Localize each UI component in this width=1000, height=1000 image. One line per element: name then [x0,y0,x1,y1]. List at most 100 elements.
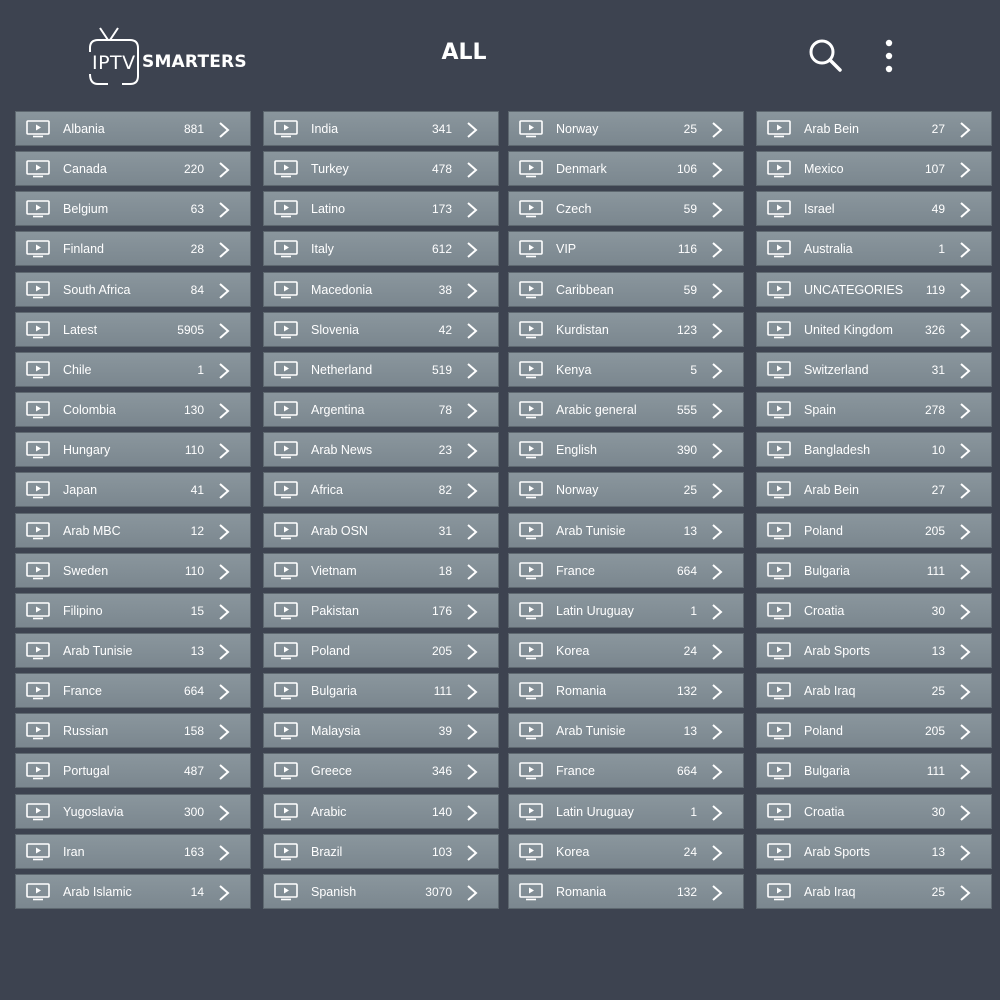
category-row[interactable]: Spain 278 [756,392,992,427]
category-row[interactable]: Japan 41 [15,472,251,507]
category-row[interactable]: Romania 132 [508,673,744,708]
category-row[interactable]: Arab Tunisie 13 [15,633,251,668]
category-row[interactable]: Arab Iraq 25 [756,673,992,708]
category-name: Malaysia [311,724,361,738]
tv-icon [767,120,791,138]
category-row[interactable]: Sweden 110 [15,553,251,588]
tv-icon [26,481,50,499]
channel-count: 18 [438,564,452,578]
category-row[interactable]: VIP 116 [508,231,744,266]
category-name: Bulgaria [311,684,357,698]
category-row[interactable]: Bulgaria 111 [263,673,499,708]
category-row[interactable]: Kurdistan 123 [508,312,744,347]
category-row[interactable]: Arabic general 555 [508,392,744,427]
search-button[interactable] [806,36,846,76]
category-row[interactable]: France 664 [508,753,744,788]
category-row[interactable]: Mexico 107 [756,151,992,186]
category-row[interactable]: South Africa 84 [15,272,251,307]
category-row[interactable]: Australia 1 [756,231,992,266]
category-row[interactable]: United Kingdom 326 [756,312,992,347]
category-name: Arab Bein [804,122,859,136]
category-row[interactable]: Arab OSN 31 [263,513,499,548]
category-row[interactable]: Poland 205 [756,513,992,548]
category-row[interactable]: Russian 158 [15,713,251,748]
category-row[interactable]: Arab News 23 [263,432,499,467]
category-row[interactable]: Arab Bein 27 [756,472,992,507]
category-row[interactable]: UNCATEGORIES 119 [756,272,992,307]
category-row[interactable]: Arab MBC 12 [15,513,251,548]
category-row[interactable]: Czech 59 [508,191,744,226]
category-row[interactable]: Latest 5905 [15,312,251,347]
category-row[interactable]: Finland 28 [15,231,251,266]
category-row[interactable]: Pakistan 176 [263,593,499,628]
category-row[interactable]: Arab Sports 13 [756,633,992,668]
tv-icon [274,160,298,178]
chevron-right-icon [959,563,971,581]
category-row[interactable]: Filipino 15 [15,593,251,628]
category-row[interactable]: Croatia 30 [756,794,992,829]
channel-count: 176 [431,604,452,618]
category-row[interactable]: Vietnam 18 [263,553,499,588]
category-row[interactable]: Greece 346 [263,753,499,788]
category-row[interactable]: English 390 [508,432,744,467]
chevron-right-icon [711,804,723,822]
category-row[interactable]: Arab Sports 13 [756,834,992,869]
category-row[interactable]: Denmark 106 [508,151,744,186]
category-row[interactable]: Arab Bein 27 [756,111,992,146]
category-row[interactable]: Switzerland 31 [756,352,992,387]
category-row[interactable]: Canada 220 [15,151,251,186]
category-row[interactable]: Spanish 3070 [263,874,499,909]
category-row[interactable]: Slovenia 42 [263,312,499,347]
category-row[interactable]: Arab Iraq 25 [756,874,992,909]
category-row[interactable]: Korea 24 [508,834,744,869]
category-row[interactable]: Norway 25 [508,111,744,146]
category-row[interactable]: Turkey 478 [263,151,499,186]
category-row[interactable]: Macedonia 38 [263,272,499,307]
category-row[interactable]: Portugal 487 [15,753,251,788]
category-row[interactable]: Latin Uruguay 1 [508,593,744,628]
channel-count: 487 [183,764,204,778]
category-row[interactable]: Bulgaria 111 [756,553,992,588]
category-row[interactable]: Poland 205 [756,713,992,748]
category-row[interactable]: Romania 132 [508,874,744,909]
category-row[interactable]: Latino 173 [263,191,499,226]
channel-count: 106 [676,162,697,176]
chevron-right-icon [218,442,230,460]
category-row[interactable]: Malaysia 39 [263,713,499,748]
category-name: Arab Tunisie [556,524,626,538]
category-row[interactable]: Brazil 103 [263,834,499,869]
category-row[interactable]: Belgium 63 [15,191,251,226]
category-row[interactable]: Latin Uruguay 1 [508,794,744,829]
category-row[interactable]: Italy 612 [263,231,499,266]
category-row[interactable]: Yugoslavia 300 [15,794,251,829]
category-row[interactable]: Bangladesh 10 [756,432,992,467]
category-row[interactable]: Argentina 78 [263,392,499,427]
category-name: Arab Sports [804,845,871,859]
category-row[interactable]: India 341 [263,111,499,146]
category-row[interactable]: Colombia 130 [15,392,251,427]
category-row[interactable]: Caribbean 59 [508,272,744,307]
category-row[interactable]: Africa 82 [263,472,499,507]
category-row[interactable]: Korea 24 [508,633,744,668]
category-row[interactable]: Chile 1 [15,352,251,387]
category-row[interactable]: Iran 163 [15,834,251,869]
category-row[interactable]: Israel 49 [756,191,992,226]
category-row[interactable]: Norway 25 [508,472,744,507]
more-options-button[interactable] [874,36,904,76]
category-row[interactable]: Arab Islamic 14 [15,874,251,909]
chevron-right-icon [218,804,230,822]
category-row[interactable]: Netherland 519 [263,352,499,387]
chevron-right-icon [218,322,230,340]
category-row[interactable]: Albania 881 [15,111,251,146]
category-row[interactable]: Kenya 5 [508,352,744,387]
category-row[interactable]: France 664 [508,553,744,588]
category-row[interactable]: Bulgaria 111 [756,753,992,788]
category-row[interactable]: France 664 [15,673,251,708]
category-row[interactable]: Poland 205 [263,633,499,668]
category-row[interactable]: Arabic 140 [263,794,499,829]
category-row[interactable]: Arab Tunisie 13 [508,513,744,548]
chevron-right-icon [218,603,230,621]
category-row[interactable]: Croatia 30 [756,593,992,628]
category-row[interactable]: Arab Tunisie 13 [508,713,744,748]
category-row[interactable]: Hungary 110 [15,432,251,467]
